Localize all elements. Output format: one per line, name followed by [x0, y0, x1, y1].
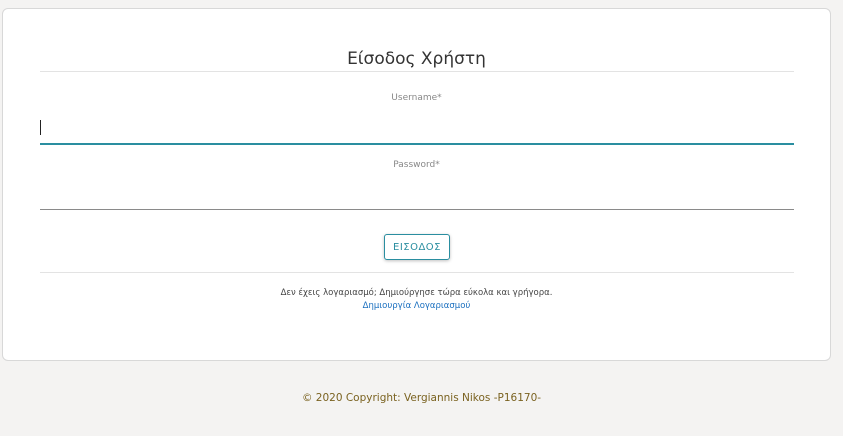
password-input[interactable]: [40, 184, 794, 210]
create-account-link[interactable]: Δημιουργία Λογαριασμού: [363, 301, 471, 311]
page-title: Είσοδος Χρήστη: [347, 49, 486, 69]
footer-copyright: © 2020 Copyright: Vergiannis Nikos -P161…: [301, 392, 542, 404]
username-label: Username*: [391, 93, 442, 103]
form-divider: [40, 272, 794, 273]
login-button[interactable]: ΕΙΣΟΔΟΣ: [384, 234, 450, 260]
text-caret: [40, 120, 41, 135]
title-divider: [40, 71, 794, 72]
password-label: Password*: [393, 160, 440, 170]
no-account-text: Δεν έχεις λογαριασμό; Δημιούργησε τώρα ε…: [280, 288, 553, 298]
signup-link-wrapper: Δημιουργία Λογαριασμού: [3, 301, 830, 311]
username-input[interactable]: [40, 119, 794, 145]
login-card: Είσοδος Χρήστη Username* Password* ΕΙΣΟΔ…: [2, 8, 831, 361]
